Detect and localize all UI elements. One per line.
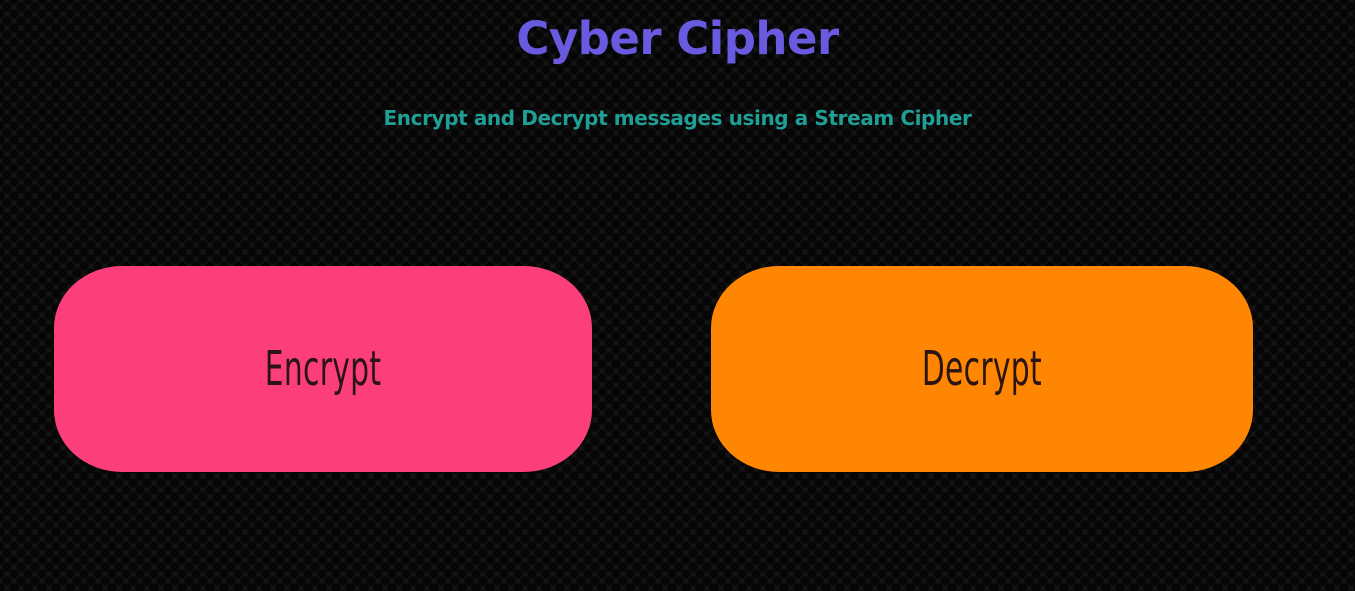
- page-title: Cyber Cipher: [516, 12, 839, 65]
- encrypt-button-label: Encrypt: [264, 341, 382, 397]
- encrypt-button[interactable]: Encrypt: [54, 266, 592, 472]
- decrypt-button-label: Decrypt: [921, 341, 1043, 397]
- decrypt-button[interactable]: Decrypt: [711, 266, 1253, 472]
- page-subtitle: Encrypt and Decrypt messages using a Str…: [383, 106, 972, 130]
